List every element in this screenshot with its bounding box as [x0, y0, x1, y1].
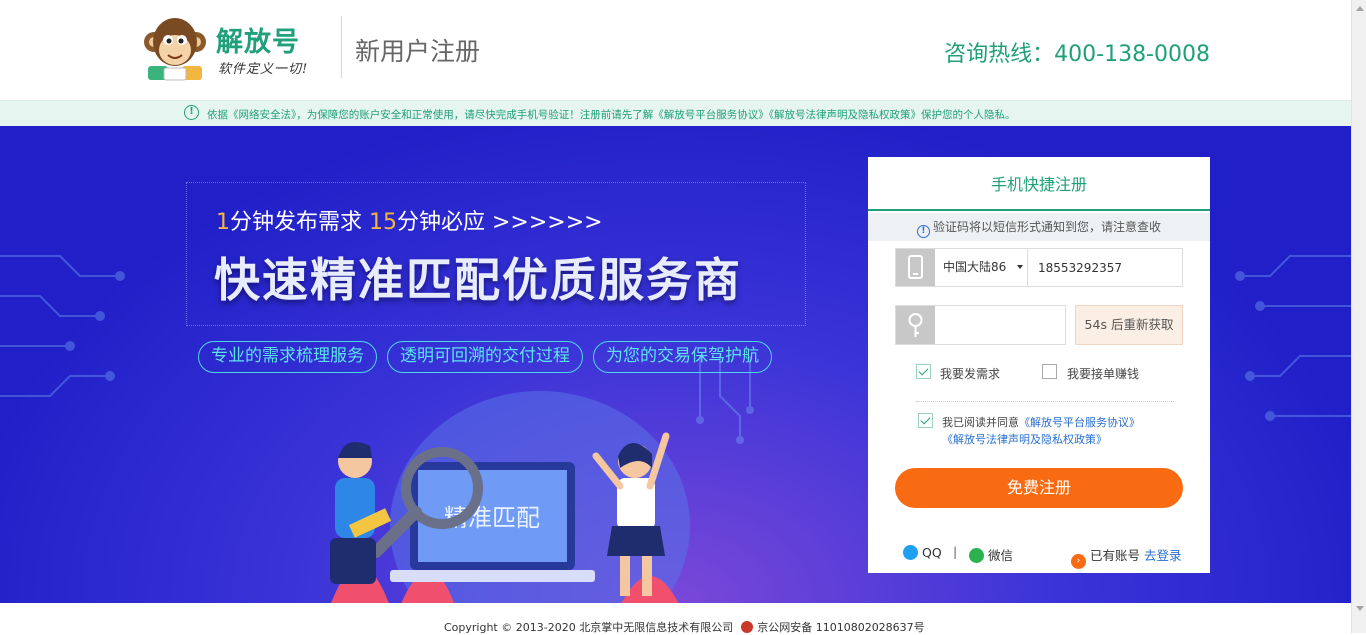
site-logo[interactable]: 解放号 软件定义一切! [142, 12, 342, 84]
sms-tip-text: 验证码将以短信形式通知到您，请注意查收 [932, 220, 1161, 234]
banner-tagline: 1分钟发布需求 15分钟必应 >>>>>> [216, 204, 603, 236]
circuit-left-decoration [0, 255, 125, 397]
wechat-login[interactable]: 微信 [969, 545, 1013, 564]
take-order-label[interactable]: 我要接单赚钱 [1067, 365, 1139, 382]
matching-illustration: 精准匹配 [330, 391, 690, 603]
page-title: 新用户注册 [355, 37, 481, 66]
divider [916, 401, 1174, 402]
register-card: 手机快捷注册 !验证码将以短信形式通知到您，请注意查收 中国大陆86 54s 后… [868, 157, 1210, 573]
take-order-checkbox[interactable] [1042, 364, 1057, 379]
privacy-policy-link[interactable]: 《解放号法律声明及隐私权政策》 [942, 433, 1107, 446]
wechat-label: 微信 [988, 548, 1014, 563]
feature-pill: 专业的需求梳理服务 [198, 341, 377, 373]
agreement-text: 我已阅读并同意《解放号平台服务协议》 《解放号法律声明及隐私权政策》 [942, 414, 1192, 448]
scroll-up-arrow-icon[interactable] [1356, 6, 1364, 11]
service-agreement-link[interactable]: 《解放号平台服务协议》 [1019, 416, 1140, 429]
icp-record[interactable]: 京公网安备 11010802028637号 [757, 621, 924, 634]
register-title: 手机快捷注册 [868, 157, 1210, 211]
qq-label: QQ [922, 545, 942, 560]
country-code-select[interactable]: 中国大陆86 [936, 249, 1028, 286]
tagline-number-2: 15 [369, 210, 397, 235]
page-header: 解放号 软件定义一切! 新用户注册 咨询热线：400-138-0008 [0, 0, 1351, 100]
brand-name: 解放号 [216, 27, 300, 58]
agreement-prefix: 我已阅读并同意 [942, 416, 1019, 429]
info-icon: ! [916, 225, 930, 238]
phone-field-row: 中国大陆86 [895, 248, 1183, 287]
code-field-row [895, 305, 1066, 345]
header-divider [341, 16, 342, 78]
qq-icon [903, 545, 918, 560]
resend-code-button[interactable]: 54s 后重新获取 [1075, 305, 1183, 345]
page-footer: Copyright © 2013-2020 北京掌中无限信息技术有限公司 京公网安… [0, 603, 1351, 634]
arrow-right-icon: › [1071, 554, 1086, 569]
post-demand-checkbox[interactable] [916, 364, 931, 379]
wechat-icon [969, 548, 984, 563]
sms-tip: ! 验证码将以短信形式通知到您，请注意查收 [868, 213, 1210, 241]
police-badge-icon [741, 621, 754, 633]
vertical-scrollbar[interactable] [1351, 0, 1366, 633]
agreement-row: 我已阅读并同意《解放号平台服务协议》 《解放号法律声明及隐私权政策》 [916, 413, 1186, 449]
country-code-label: 中国大陆86 [943, 260, 1007, 274]
have-account-label: 已有账号 [1090, 548, 1141, 563]
post-demand-label[interactable]: 我要发需求 [940, 365, 1000, 382]
role-options: 我要发需求 我要接单赚钱 [916, 364, 1176, 384]
feature-pills: 专业的需求梳理服务 透明可回溯的交付过程 为您的交易保驾护航 [198, 341, 772, 373]
info-icon: ! [184, 105, 199, 120]
verification-code-input[interactable] [936, 306, 1065, 344]
tagline-text-1: 分钟发布需求 [230, 210, 369, 235]
feature-pill: 透明可回溯的交付过程 [387, 341, 583, 373]
brand-slogan: 软件定义一切! [218, 62, 309, 77]
mobile-phone-icon [896, 249, 935, 286]
feature-pill: 为您的交易保驾护航 [593, 341, 772, 373]
scrollbar-thumb[interactable] [1354, 36, 1365, 596]
qq-login[interactable]: QQ [903, 545, 942, 560]
notice-text: 依据《网络安全法》，为保障您的账户安全和正常使用，请尽快完成手机号验证！注册前请… [207, 109, 1016, 121]
hotline: 咨询热线：400-138-0008 [944, 42, 1210, 67]
login-prompt: › 已有账号 去登录 [1071, 545, 1182, 569]
banner-headline: 快速精准匹配优质服务商 [214, 253, 742, 307]
key-icon [896, 306, 935, 344]
separator: | [953, 544, 958, 559]
phone-input[interactable] [1029, 249, 1182, 286]
tagline-number-1: 1 [216, 210, 230, 235]
caret-down-icon [1017, 265, 1023, 269]
tagline-text-2: 分钟必应 >>>>>> [397, 210, 603, 235]
free-register-button[interactable]: 免费注册 [895, 468, 1183, 508]
agreement-checkbox[interactable] [918, 413, 933, 428]
scroll-down-arrow-icon[interactable] [1356, 606, 1364, 611]
monkey-mascot-icon [144, 18, 206, 81]
copyright: Copyright © 2013-2020 北京掌中无限信息技术有限公司 [444, 621, 734, 634]
go-login-link[interactable]: 去登录 [1144, 548, 1182, 563]
social-login-row: QQ | 微信 › 已有账号 去登录 [868, 541, 1210, 569]
notice-bar: ! 依据《网络安全法》，为保障您的账户安全和正常使用，请尽快完成手机号验证！注册… [0, 100, 1351, 126]
circuit-right-decoration [1235, 255, 1351, 421]
